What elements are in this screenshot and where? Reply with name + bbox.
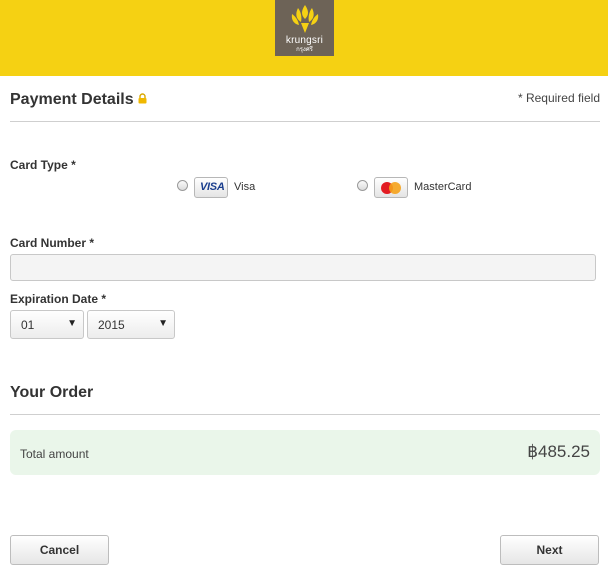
divider [10,414,600,415]
payment-details-label: Payment Details [10,91,134,109]
required-field-note: * Required field [517,91,600,105]
brand-subtitle: กรุงศรี [296,47,313,53]
chevron-down-icon: ▼ [158,318,168,329]
card-number-label: Card Number * [10,236,95,250]
your-order-title: Your Order [10,384,94,401]
next-button[interactable]: Next [500,535,599,565]
expiration-date-label: Expiration Date * [10,292,107,306]
mastercard-option-label[interactable]: MasterCard [414,181,471,193]
total-amount-value: ฿485.25 [527,442,590,461]
lock-icon [138,91,147,109]
brand-logo: krungsri กรุงศรี [275,0,334,56]
expiration-month-value: 01 [21,318,35,332]
krungsri-logo-icon [291,5,318,33]
total-amount-label: Total amount [20,447,89,461]
mastercard-yellow-circle [389,182,401,194]
visa-radio[interactable] [177,180,188,191]
cancel-button[interactable]: Cancel [10,535,109,565]
mastercard-radio[interactable] [357,180,368,191]
mastercard-card-icon[interactable] [374,177,408,198]
expiration-month-select[interactable]: 01 ▼ [10,310,84,339]
expiration-year-value: 2015 [98,318,125,332]
chevron-down-icon: ▼ [67,318,77,329]
visa-option-label[interactable]: Visa [234,181,255,193]
payment-details-title: Payment Details [10,91,147,109]
header-banner: krungsri กรุงศรี [0,0,608,76]
brand-name: krungsri [285,35,324,46]
card-number-input[interactable] [10,254,596,281]
total-amount-panel: Total amount ฿485.25 [10,430,600,475]
visa-logo-text: VISA [200,181,225,193]
expiration-year-select[interactable]: 2015 ▼ [87,310,175,339]
divider [10,121,600,122]
visa-card-icon[interactable]: VISA [194,177,228,198]
card-type-label: Card Type * [10,158,76,172]
